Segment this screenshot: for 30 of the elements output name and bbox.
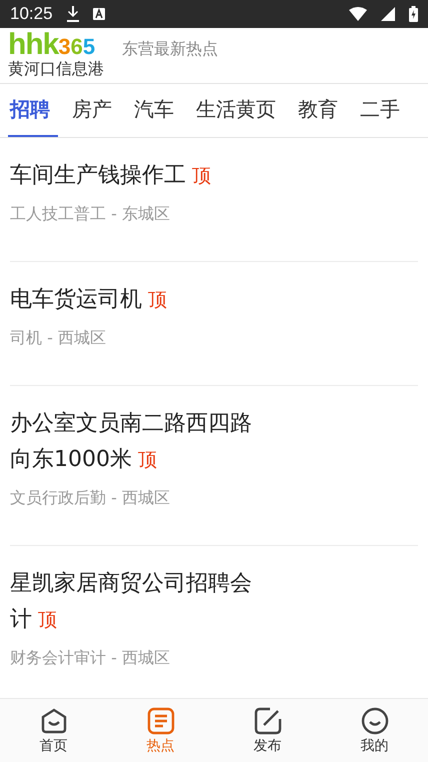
listing-meta: 财务会计审计 - 西城区	[10, 648, 171, 669]
category-tab[interactable]: 汽车	[132, 84, 182, 137]
category-tab[interactable]: 教育	[296, 84, 346, 137]
listing-meta: 文员行政后勤 - 西城区	[10, 488, 171, 509]
site-name: 黄河口信息港	[8, 58, 104, 78]
edit-icon	[254, 707, 282, 735]
download-icon	[66, 6, 79, 22]
logo: hhk365	[8, 32, 96, 58]
category-tab[interactable]: 招聘	[8, 84, 58, 137]
home-icon	[40, 707, 68, 735]
nav-tab[interactable]: 发布	[214, 699, 321, 762]
listing-title[interactable]: 星凯家居商贸公司招聘会计 顶	[10, 566, 272, 638]
notification-icon	[92, 8, 105, 20]
category-tab[interactable]: 房产	[70, 84, 120, 137]
signal-icon	[381, 7, 395, 21]
listing-title[interactable]: 电车货运司机 顶	[10, 282, 272, 318]
nav-tab[interactable]: 首页	[0, 699, 107, 762]
listing-meta: 工人技工普工 - 东城区	[10, 204, 171, 225]
smile-icon	[360, 707, 388, 735]
wifi-icon	[349, 7, 367, 21]
category-tab[interactable]: 生活黄页	[194, 84, 284, 137]
header-subtitle: 东营最新热点	[122, 39, 218, 60]
nav-tab[interactable]: 我的	[321, 699, 428, 762]
battery-icon	[409, 6, 418, 22]
status-time: 10:25	[10, 4, 53, 24]
listing-meta: 司机 - 西城区	[10, 328, 107, 349]
listing-title[interactable]: 办公室文员南二路西四路向东1000米 顶	[10, 406, 272, 478]
category-tab[interactable]: 二手	[358, 84, 408, 137]
listing-title[interactable]: 车间生产钱操作工 顶	[10, 158, 272, 194]
list-icon	[146, 707, 174, 735]
